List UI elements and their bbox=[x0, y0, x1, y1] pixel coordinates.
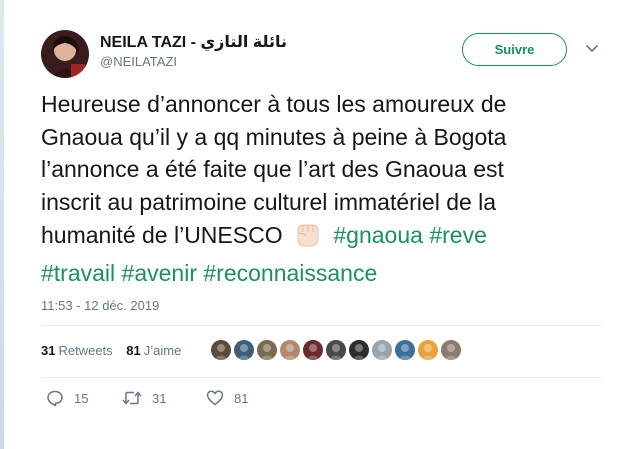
reply-button[interactable]: 15 bbox=[46, 389, 122, 407]
likes-count: 81 bbox=[126, 343, 141, 358]
retweets-label: Retweets bbox=[58, 343, 113, 358]
likes-stat[interactable]: 81 J’aime bbox=[126, 343, 181, 358]
chevron-down-icon[interactable] bbox=[586, 44, 598, 54]
likes-label: J’aime bbox=[143, 343, 182, 358]
heart-icon bbox=[206, 390, 224, 406]
likers-avatars bbox=[210, 339, 463, 361]
hashtag-reve[interactable]: #reve bbox=[429, 222, 487, 248]
divider bbox=[41, 377, 601, 378]
liker-avatar[interactable] bbox=[440, 339, 462, 361]
reply-icon bbox=[47, 390, 63, 407]
liker-avatar[interactable] bbox=[279, 339, 301, 361]
tweet-actions: 15 31 81 bbox=[46, 389, 248, 407]
hashtag-reconnaissance[interactable]: #reconnaissance bbox=[203, 260, 377, 286]
liker-avatar[interactable] bbox=[233, 339, 255, 361]
reply-count: 15 bbox=[74, 390, 89, 406]
tweet-line-3: l’annonce a été faite que l’art des Gnao… bbox=[41, 156, 504, 182]
tweet-stats: 31 Retweets 81 J’aime bbox=[41, 343, 181, 358]
like-count: 81 bbox=[234, 390, 249, 406]
hashtag-gnaoua[interactable]: #gnaoua bbox=[333, 222, 423, 248]
liker-avatar[interactable] bbox=[325, 339, 347, 361]
tweet-line-1: Heureuse d’annoncer à tous les amoureux … bbox=[41, 91, 507, 117]
liker-avatar[interactable] bbox=[210, 339, 232, 361]
author-name-row[interactable]: NEILA TAZI - نائلة التازي bbox=[100, 32, 287, 52]
follow-button[interactable]: Suivre bbox=[462, 33, 567, 66]
liker-avatar[interactable] bbox=[417, 339, 439, 361]
liker-avatar[interactable] bbox=[348, 339, 370, 361]
liker-avatar[interactable] bbox=[371, 339, 393, 361]
retweets-count: 31 bbox=[41, 343, 56, 358]
hashtag-travail[interactable]: #travail bbox=[41, 260, 115, 286]
author-avatar[interactable] bbox=[41, 30, 89, 78]
author-name-arabic: نائلة التازي bbox=[200, 34, 288, 51]
liker-avatar[interactable] bbox=[256, 339, 278, 361]
left-edge-strip bbox=[0, 0, 4, 449]
retweets-stat[interactable]: 31 Retweets bbox=[41, 343, 113, 358]
like-button[interactable]: 81 bbox=[206, 389, 248, 407]
tweet-line-2: Gnaoua qu’il y a qq minutes à peine à Bo… bbox=[41, 123, 507, 150]
tweet-line-5-text: humanité de l’UNESCO bbox=[41, 222, 283, 248]
retweet-button[interactable]: 31 bbox=[122, 389, 206, 407]
retweet-icon bbox=[122, 391, 142, 405]
author-name: NEILA TAZI bbox=[100, 34, 187, 51]
raised-fist-icon bbox=[291, 218, 323, 257]
tweet-timestamp[interactable]: 11:53 - 12 déc. 2019 bbox=[41, 298, 159, 313]
name-separator: - bbox=[186, 34, 201, 51]
tweet-line-5: humanité de l’UNESCO #gnaoua #reve bbox=[41, 218, 626, 257]
hashtag-avenir[interactable]: #avenir bbox=[122, 260, 197, 286]
liker-avatar[interactable] bbox=[302, 339, 324, 361]
tweet-line-6: #travail #avenir #reconnaissance bbox=[41, 257, 626, 290]
liker-avatar[interactable] bbox=[394, 339, 416, 361]
retweet-count: 31 bbox=[152, 390, 167, 406]
tweet-text: Heureuse d’annoncer à tous les amoureux … bbox=[41, 88, 626, 289]
author-handle[interactable]: @NEILATAZI bbox=[100, 54, 177, 69]
tweet-line-4: inscrit au patrimoine culturel immatérie… bbox=[41, 188, 497, 215]
divider bbox=[41, 325, 601, 326]
